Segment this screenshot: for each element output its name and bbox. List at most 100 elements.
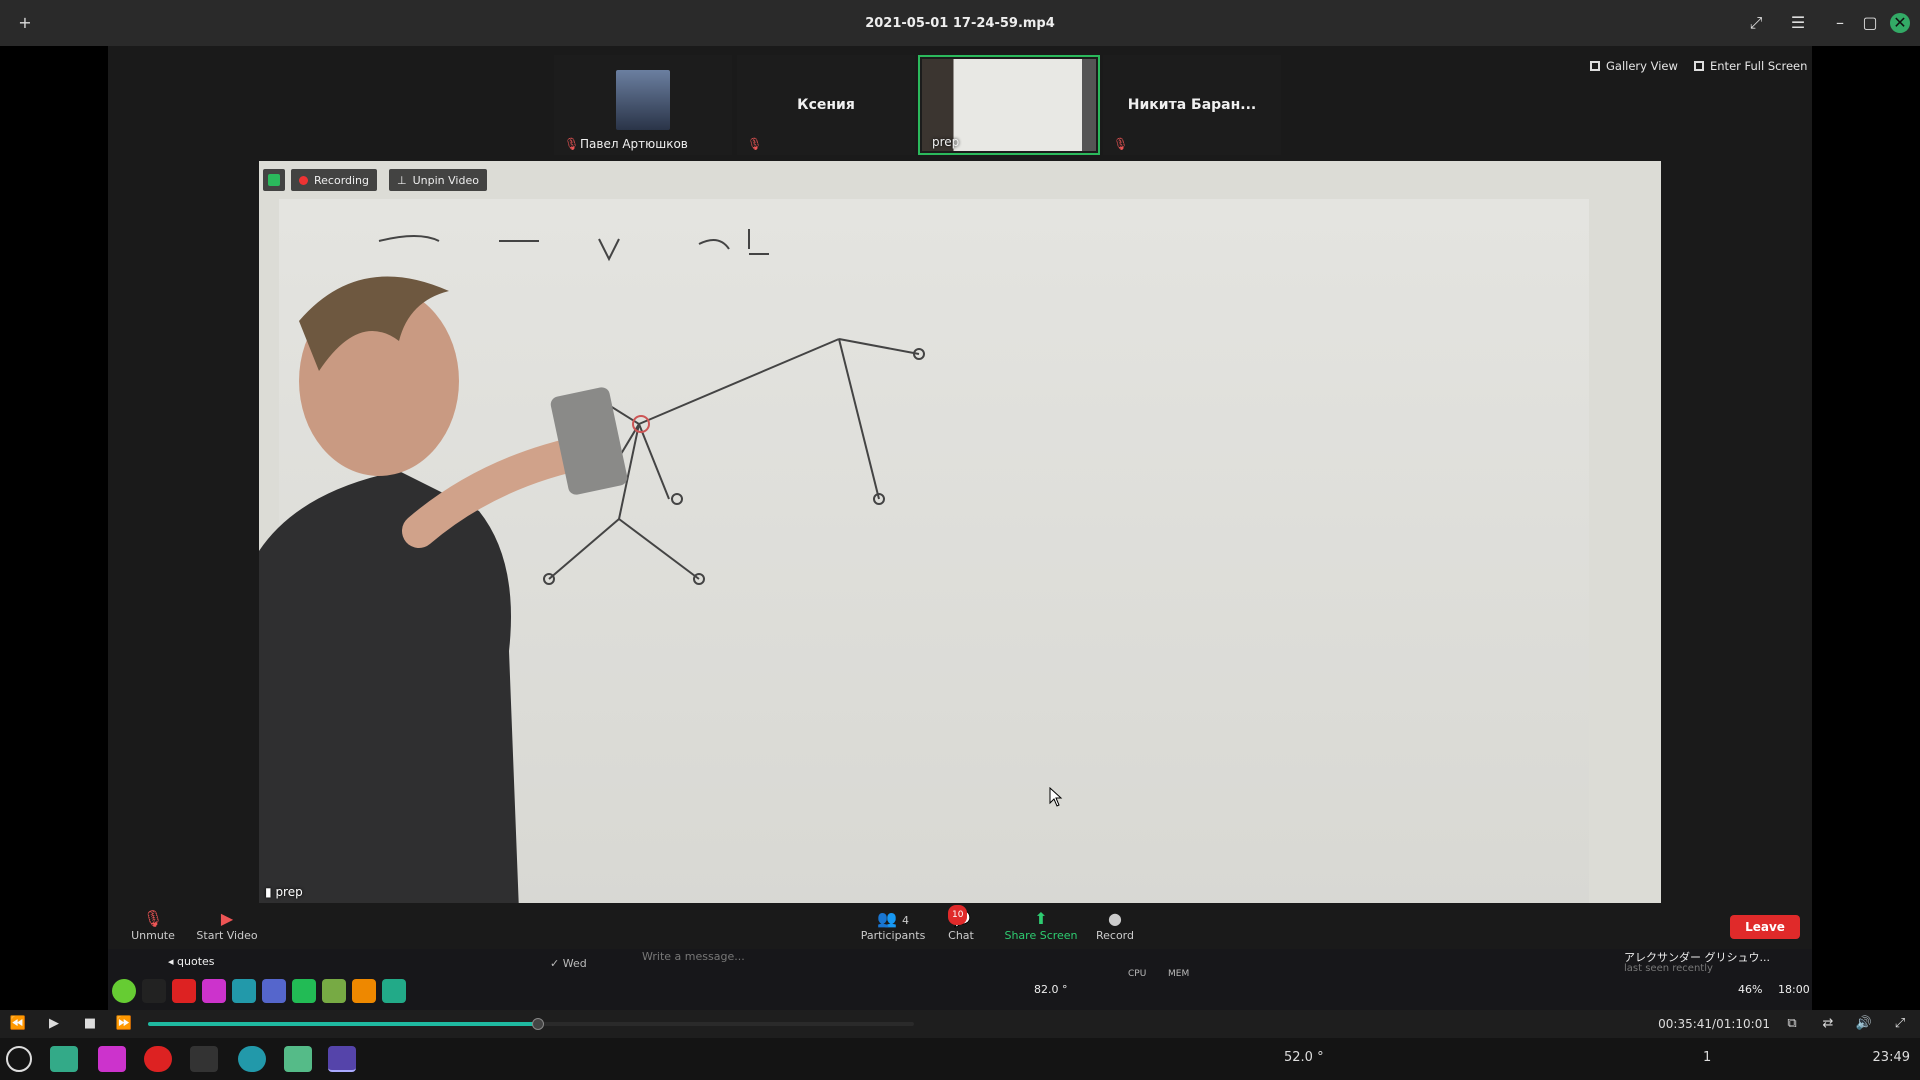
terminal-icon[interactable] bbox=[142, 979, 166, 1003]
enter-full-screen-button[interactable]: Enter Full Screen bbox=[1694, 56, 1807, 76]
participant-name: prep bbox=[932, 135, 960, 149]
video-off-icon: ▶ bbox=[220, 909, 234, 928]
gallery-view-button[interactable]: Gallery View bbox=[1590, 56, 1678, 76]
files-icon[interactable] bbox=[322, 979, 346, 1003]
workspace-indicator[interactable]: 1 bbox=[1703, 1050, 1711, 1065]
player-titlebar: + 2021-05-01 17-24-59.mp4 ⤢ ☰ – ▢ ✕ bbox=[0, 0, 1920, 46]
mint-menu-icon[interactable] bbox=[6, 1046, 32, 1072]
day-label: ✓ Wed bbox=[550, 957, 587, 970]
enter-full-screen-label: Enter Full Screen bbox=[1710, 59, 1808, 73]
close-icon[interactable]: ✕ bbox=[1890, 13, 1910, 33]
participants-count: 4 bbox=[902, 914, 909, 927]
battery-level: 46% bbox=[1738, 983, 1763, 996]
contact-status: last seen recently bbox=[1624, 963, 1713, 974]
share-screen-icon: ⬆ bbox=[1034, 909, 1048, 928]
chat-icon: 💬10 bbox=[926, 905, 996, 929]
participant-name: Ксения bbox=[797, 97, 855, 113]
discord-icon[interactable] bbox=[262, 979, 286, 1003]
terminal-icon[interactable] bbox=[190, 1046, 218, 1072]
subtitles-icon[interactable]: ⧉ bbox=[1782, 1016, 1802, 1031]
system-clock[interactable]: 23:49 bbox=[1873, 1050, 1910, 1065]
participant-name: Никита Баран... bbox=[1127, 97, 1257, 113]
seek-bar[interactable] bbox=[148, 1018, 914, 1030]
quotes-label: ◂ quotes bbox=[168, 955, 215, 968]
speaker-video: Recording ⊥ Unpin Video ▮ prep bbox=[259, 161, 1661, 903]
mic-off-icon: 🎙 bbox=[747, 137, 763, 151]
maximize-icon[interactable]: ▢ bbox=[1860, 13, 1880, 33]
play-icon[interactable]: ▶ bbox=[44, 1016, 64, 1031]
inner-desktop: ◂ quotes ✓ Wed Write a message... アレクサンダ… bbox=[108, 949, 1812, 1010]
speaker-name: ▮ prep bbox=[265, 885, 303, 899]
shield-icon bbox=[268, 174, 280, 186]
mem-label: MEM bbox=[1168, 969, 1190, 979]
mouse-cursor-icon bbox=[1049, 787, 1063, 807]
minimize-icon[interactable]: – bbox=[1830, 13, 1850, 33]
opera-icon[interactable] bbox=[144, 1046, 172, 1072]
opera-icon[interactable] bbox=[172, 979, 196, 1003]
share-screen-button[interactable]: ⬆ Share Screen bbox=[998, 909, 1084, 942]
mint-menu-icon[interactable] bbox=[112, 979, 136, 1003]
spotify-icon[interactable] bbox=[292, 979, 316, 1003]
avatar bbox=[616, 70, 670, 130]
participants-icon: 👥 bbox=[876, 909, 897, 928]
encryption-badge bbox=[263, 169, 285, 191]
volume-icon[interactable]: 🔊 bbox=[1854, 1016, 1874, 1031]
fast-forward-icon[interactable]: ⏩ bbox=[114, 1016, 134, 1031]
chat-badge: 10 bbox=[948, 905, 968, 925]
sublime-icon[interactable] bbox=[352, 979, 376, 1003]
record-dot-icon bbox=[299, 175, 308, 185]
unpin-label: Unpin Video bbox=[412, 173, 479, 187]
shuffle-icon[interactable]: ⇄ bbox=[1818, 1016, 1838, 1031]
gallery-view-label: Gallery View bbox=[1606, 59, 1678, 73]
record-icon: ● bbox=[1108, 909, 1122, 928]
unpin-video-button[interactable]: ⊥ Unpin Video bbox=[389, 169, 487, 191]
telegram-icon[interactable] bbox=[238, 1046, 266, 1072]
presenter bbox=[259, 276, 628, 903]
jetbrains-icon[interactable] bbox=[98, 1046, 126, 1072]
window-title: 2021-05-01 17-24-59.mp4 bbox=[865, 15, 1055, 31]
playback-time: 00:35:41/01:10:01 bbox=[1658, 1017, 1770, 1031]
chat-button[interactable]: 💬10 Chat bbox=[926, 905, 996, 942]
participant-tile-active[interactable]: prep bbox=[918, 55, 1100, 155]
video-player-icon[interactable] bbox=[328, 1046, 356, 1072]
stop-icon[interactable]: ■ bbox=[80, 1016, 100, 1031]
folder-icon[interactable] bbox=[284, 1046, 312, 1072]
files-icon[interactable] bbox=[50, 1046, 78, 1072]
clion-icon[interactable] bbox=[382, 979, 406, 1003]
mic-off-icon: 🎙 bbox=[1113, 137, 1129, 151]
seek-progress bbox=[148, 1022, 538, 1026]
cpu-label: CPU bbox=[1128, 969, 1147, 979]
grid-icon bbox=[1590, 61, 1600, 71]
recording-indicator: Recording bbox=[291, 169, 378, 191]
recording-label: Recording bbox=[314, 173, 370, 187]
participants-button[interactable]: 👥 4 Participants bbox=[850, 909, 936, 942]
mic-muted-icon: 🎙 bbox=[142, 909, 164, 928]
record-button[interactable]: ● Record bbox=[1080, 909, 1150, 942]
participant-tile[interactable]: 🎙 Павел Артюшков bbox=[554, 55, 732, 155]
participant-tile[interactable]: Никита Баран... 🎙 bbox=[1103, 55, 1281, 155]
mic-off-icon: 🎙 bbox=[564, 137, 580, 151]
participant-tile[interactable]: Ксения 🎙 bbox=[737, 55, 915, 155]
telegram-icon[interactable] bbox=[232, 979, 256, 1003]
seek-handle[interactable] bbox=[531, 1018, 544, 1030]
signal-icon: ▮ bbox=[265, 885, 272, 899]
leave-button[interactable]: Leave bbox=[1730, 915, 1800, 939]
unmute-button[interactable]: 🎙 Unmute bbox=[118, 909, 188, 942]
player-fullscreen-icon[interactable]: ⤢ bbox=[1890, 1016, 1910, 1031]
inner-taskbar: 82.0 ° CPU MEM 46% 18:00 bbox=[108, 969, 1812, 1007]
rewind-icon[interactable]: ⏪ bbox=[8, 1016, 28, 1031]
gpu-temp: 52.0 ° bbox=[1284, 1050, 1324, 1065]
pin-icon: ⊥ bbox=[397, 173, 407, 187]
jetbrains-icon[interactable] bbox=[202, 979, 226, 1003]
inner-clock: 18:00 bbox=[1778, 983, 1810, 996]
zoom-control-bar: 🎙 Unmute ▶ Start Video 👥 4 Participants … bbox=[108, 903, 1812, 949]
menu-icon[interactable]: ☰ bbox=[1788, 13, 1808, 33]
player-controls: ⏪ ▶ ■ ⏩ 00:35:41/01:10:01 ⧉ ⇄ 🔊 ⤢ bbox=[0, 1010, 1920, 1038]
participant-name: Павел Артюшков bbox=[580, 137, 688, 151]
start-video-button[interactable]: ▶ Start Video bbox=[192, 909, 262, 942]
cpu-temp: 82.0 ° bbox=[1034, 983, 1068, 996]
fullscreen-icon[interactable]: ⤢ bbox=[1746, 13, 1766, 33]
system-taskbar: 52.0 ° 1 23:49 bbox=[0, 1038, 1920, 1080]
expand-icon bbox=[1694, 61, 1704, 71]
message-input[interactable]: Write a message... bbox=[642, 950, 745, 963]
